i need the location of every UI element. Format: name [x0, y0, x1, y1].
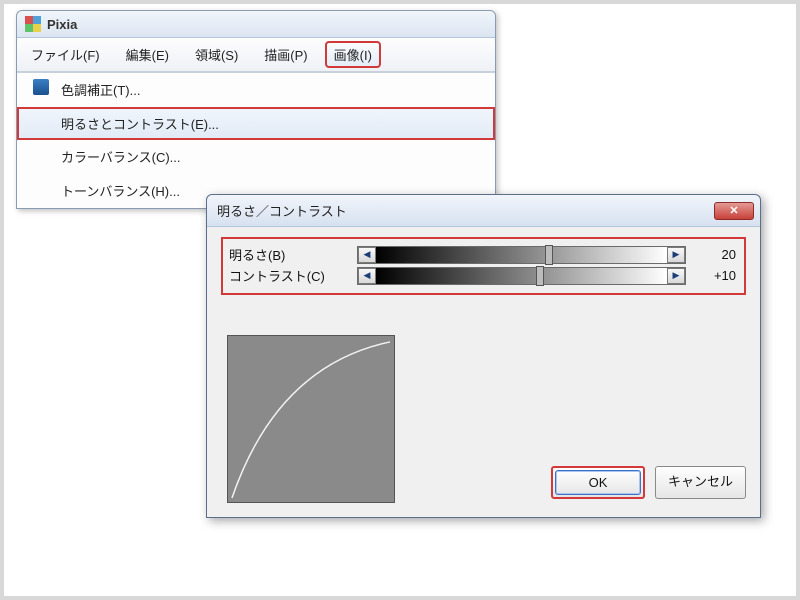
image-menu-dropdown: 色調補正(T)... 明るさとコントラスト(E)... カラーバランス(C)..… [17, 72, 495, 208]
ok-button-highlight: OK [551, 466, 645, 499]
brightness-slider: ◀ ▶ [357, 246, 686, 264]
menu-draw[interactable]: 描画(P) [256, 42, 315, 67]
title-bar: Pixia [17, 11, 495, 38]
contrast-row: コントラスト(C) ◀ ▶ +10 [229, 266, 738, 285]
slider-group: 明るさ(B) ◀ ▶ 20 コントラスト(C) [221, 237, 746, 295]
triangle-right-icon: ▶ [673, 270, 680, 281]
curve-preview [227, 335, 395, 503]
dialog-buttons: OK キャンセル [551, 466, 746, 503]
dialog-body: 明るさ(B) ◀ ▶ 20 コントラスト(C) [207, 227, 760, 517]
menu-item-tone-correction[interactable]: 色調補正(T)... [17, 73, 495, 107]
menu-item-label: 色調補正(T)... [61, 83, 140, 98]
menu-item-label: トーンバランス(H)... [61, 184, 180, 199]
menu-item-color-balance[interactable]: カラーバランス(C)... [17, 140, 495, 174]
close-button[interactable]: ✕ [714, 202, 754, 220]
screenshot-container: Pixia ファイル(F) 編集(E) 領域(S) 描画(P) 画像(I) 色調… [0, 0, 800, 600]
brightness-row: 明るさ(B) ◀ ▶ 20 [229, 245, 738, 264]
contrast-decrease-button[interactable]: ◀ [358, 268, 376, 284]
menu-edit[interactable]: 編集(E) [118, 42, 177, 67]
menu-item-brightness-contrast[interactable]: 明るさとコントラスト(E)... [17, 107, 495, 140]
contrast-increase-button[interactable]: ▶ [667, 268, 685, 284]
menu-region[interactable]: 領域(S) [187, 42, 246, 67]
brightness-contrast-dialog: 明るさ／コントラスト ✕ 明るさ(B) ◀ ▶ [206, 194, 761, 518]
dialog-title: 明るさ／コントラスト [217, 201, 347, 220]
menu-item-label: 明るさとコントラスト(E)... [61, 117, 219, 132]
ok-button[interactable]: OK [555, 470, 641, 495]
contrast-label: コントラスト(C) [229, 266, 349, 285]
app-icon [25, 16, 41, 32]
menu-item-label: カラーバランス(C)... [61, 150, 181, 165]
app-title: Pixia [47, 17, 77, 32]
brightness-track[interactable] [376, 247, 667, 263]
dialog-lower-area: OK キャンセル [221, 335, 746, 503]
cancel-button[interactable]: キャンセル [655, 466, 746, 499]
ok-button-label: OK [589, 475, 608, 490]
menu-file[interactable]: ファイル(F) [23, 42, 108, 67]
contrast-track[interactable] [376, 268, 667, 284]
dialog-title-bar: 明るさ／コントラスト ✕ [207, 195, 760, 227]
menu-image[interactable]: 画像(I) [326, 42, 380, 67]
triangle-left-icon: ◀ [364, 270, 371, 281]
brightness-value: 20 [694, 247, 738, 262]
contrast-slider: ◀ ▶ [357, 267, 686, 285]
triangle-right-icon: ▶ [673, 249, 680, 260]
brightness-increase-button[interactable]: ▶ [667, 247, 685, 263]
main-window: Pixia ファイル(F) 編集(E) 領域(S) 描画(P) 画像(I) 色調… [16, 10, 496, 209]
brightness-label: 明るさ(B) [229, 245, 349, 264]
triangle-left-icon: ◀ [364, 249, 371, 260]
brightness-decrease-button[interactable]: ◀ [358, 247, 376, 263]
menu-bar: ファイル(F) 編集(E) 領域(S) 描画(P) 画像(I) [17, 38, 495, 72]
close-icon: ✕ [729, 204, 738, 217]
cancel-button-label: キャンセル [668, 474, 733, 489]
contrast-value: +10 [694, 268, 738, 283]
